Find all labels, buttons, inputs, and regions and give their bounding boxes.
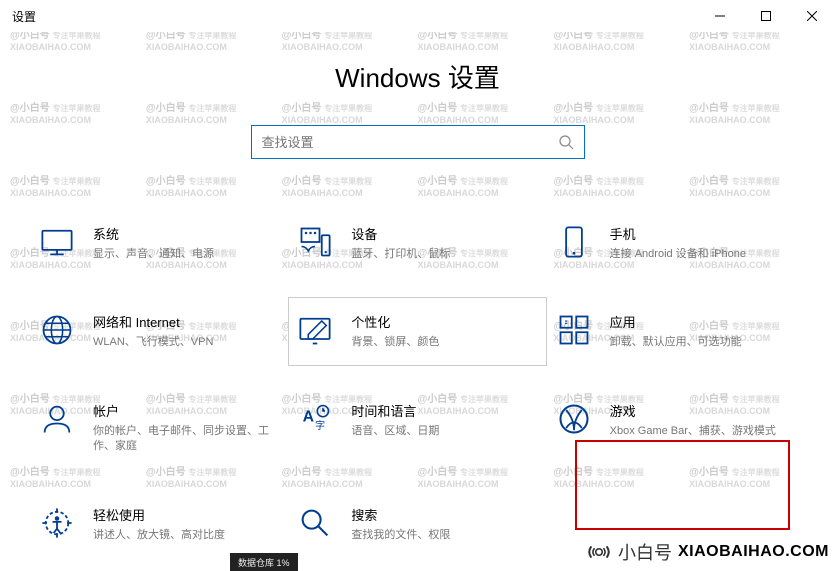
category-title: 轻松使用	[93, 505, 279, 524]
category-desc: 语音、区域、日期	[351, 424, 537, 439]
category-text: 搜索查找我的文件、权限	[351, 505, 537, 543]
search-box[interactable]	[251, 125, 585, 159]
categories-grid: 系统显示、声音、通知、电源 设备蓝牙、打印机、鼠标 手机连接 Android 设备和…	[0, 209, 835, 558]
category-desc: 卸载、默认应用、可选功能	[610, 335, 796, 350]
category-title: 搜索	[351, 505, 537, 524]
svg-text:A: A	[303, 408, 314, 425]
category-desc: 讲述人、放大镜、高对比度	[93, 528, 279, 543]
category-title: 个性化	[351, 312, 537, 331]
taskbar-fragment: 数据仓库 1%	[230, 553, 298, 571]
category-gaming[interactable]: 游戏 Xbox Game Bar、捕获、游戏模式	[547, 386, 805, 470]
time-icon: A字	[297, 401, 333, 437]
settings-window: 设置 Windows 设置 系统显示、声音、通知、电源 设备蓝牙、打印机、鼠标 手机…	[0, 0, 835, 571]
ease-icon	[39, 505, 75, 541]
category-title: 时间和语言	[351, 401, 537, 420]
category-apps[interactable]: 应用卸载、默认应用、可选功能	[547, 297, 805, 365]
category-text: 帐户你的帐户、电子邮件、同步设置、工作、家庭	[93, 401, 279, 455]
category-desc: 背景、锁屏、颜色	[351, 335, 537, 350]
category-accounts[interactable]: 帐户你的帐户、电子邮件、同步设置、工作、家庭	[30, 386, 288, 470]
titlebar: 设置	[0, 0, 835, 32]
category-desc: Xbox Game Bar、捕获、游戏模式	[610, 424, 796, 439]
category-search[interactable]: 搜索查找我的文件、权限	[288, 490, 546, 558]
network-icon	[39, 312, 75, 348]
system-icon	[39, 224, 75, 260]
search-container	[0, 125, 835, 159]
content-area: Windows 设置 系统显示、声音、通知、电源 设备蓝牙、打印机、鼠标 手机连接 …	[0, 32, 835, 571]
category-title: 系统	[93, 224, 279, 243]
category-title: 手机	[610, 224, 796, 243]
minimize-button[interactable]	[697, 0, 743, 32]
category-text: 游戏 Xbox Game Bar、捕获、游戏模式	[610, 401, 796, 439]
category-devices[interactable]: 设备蓝牙、打印机、鼠标	[288, 209, 546, 277]
category-title: 游戏	[610, 401, 796, 420]
category-text: 系统显示、声音、通知、电源	[93, 224, 279, 262]
accounts-icon	[39, 401, 75, 437]
category-system[interactable]: 系统显示、声音、通知、电源	[30, 209, 288, 277]
svg-text:字: 字	[315, 419, 325, 432]
page-title: Windows 设置	[0, 58, 835, 95]
category-title: 应用	[610, 312, 796, 331]
category-desc: 你的帐户、电子邮件、同步设置、工作、家庭	[93, 424, 279, 455]
category-desc: 查找我的文件、权限	[351, 528, 537, 543]
category-text: 应用卸载、默认应用、可选功能	[610, 312, 796, 350]
category-desc: 蓝牙、打印机、鼠标	[351, 247, 537, 262]
maximize-button[interactable]	[743, 0, 789, 32]
devices-icon	[297, 224, 333, 260]
category-title: 帐户	[93, 401, 279, 420]
category-ease[interactable]: 轻松使用讲述人、放大镜、高对比度	[30, 490, 288, 558]
category-network[interactable]: 网络和 Internet WLAN、飞行模式、VPN	[30, 297, 288, 365]
category-desc: 显示、声音、通知、电源	[93, 247, 279, 262]
search-icon	[558, 134, 574, 150]
brand-logo-icon	[586, 539, 612, 565]
category-text: 轻松使用讲述人、放大镜、高对比度	[93, 505, 279, 543]
category-text: 时间和语言语音、区域、日期	[351, 401, 537, 439]
search-icon	[297, 505, 333, 541]
phone-icon	[556, 224, 592, 260]
brand-text-cn: 小白号	[618, 539, 672, 565]
category-desc: WLAN、飞行模式、VPN	[93, 335, 279, 350]
window-controls	[697, 0, 835, 32]
gaming-icon	[556, 401, 592, 437]
category-desc: 连接 Android 设备和 iPhone	[610, 247, 796, 262]
brand-text-en: XIAOBAIHAO.COM	[678, 543, 829, 561]
category-title: 设备	[351, 224, 537, 243]
category-personalization[interactable]: 个性化背景、锁屏、颜色	[288, 297, 546, 365]
category-text: 手机连接 Android 设备和 iPhone	[610, 224, 796, 262]
close-button[interactable]	[789, 0, 835, 32]
brand-stamp: 小白号 XIAOBAIHAO.COM	[586, 539, 829, 565]
category-title: 网络和 Internet	[93, 312, 279, 331]
window-title: 设置	[12, 8, 36, 25]
category-text: 网络和 Internet WLAN、飞行模式、VPN	[93, 312, 279, 350]
search-input[interactable]	[262, 135, 558, 150]
personalization-icon	[297, 312, 333, 348]
category-text: 个性化背景、锁屏、颜色	[351, 312, 537, 350]
category-text: 设备蓝牙、打印机、鼠标	[351, 224, 537, 262]
category-phone[interactable]: 手机连接 Android 设备和 iPhone	[547, 209, 805, 277]
apps-icon	[556, 312, 592, 348]
category-time[interactable]: A字时间和语言语音、区域、日期	[288, 386, 546, 470]
